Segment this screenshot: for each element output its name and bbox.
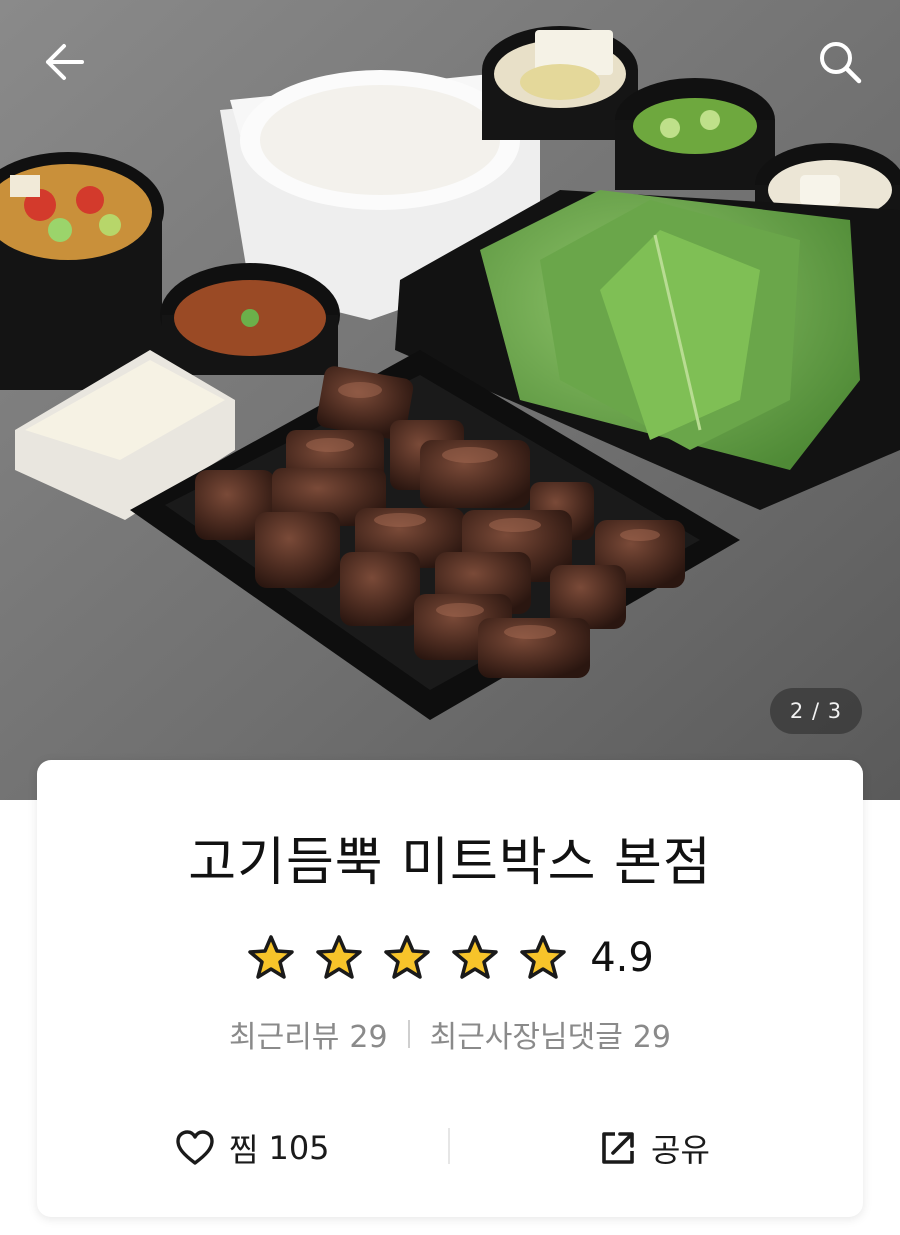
back-button[interactable]: [34, 32, 94, 92]
store-name: 고기듬뿍 미트박스 본점: [188, 833, 712, 893]
rating-stars: [246, 933, 568, 983]
owner-reply-link[interactable]: 최근사장님댓글 29: [430, 1012, 671, 1056]
star-icon: [248, 935, 294, 979]
rating-value: 4.9: [590, 935, 654, 981]
image-page-indicator: 2 / 3: [770, 688, 862, 734]
review-meta-row: 최근리뷰 29 최근사장님댓글 29: [37, 1012, 863, 1056]
like-button[interactable]: 찜 105: [175, 1118, 330, 1178]
star-icon: [316, 935, 362, 979]
star-icon: [384, 935, 430, 979]
search-button[interactable]: [810, 32, 870, 92]
action-row: 찜 105 공유: [37, 1118, 863, 1178]
star-icon: [520, 935, 566, 979]
like-count: 105: [268, 1129, 330, 1167]
share-icon: [599, 1129, 637, 1167]
star-icon: [452, 935, 498, 979]
owner-reply-label: 최근사장님댓글: [429, 1020, 623, 1055]
store-info-card: 고기듬뿍 미트박스 본점 4.9 최근리뷰 29 최근사장님댓글 29 찜 10…: [37, 760, 863, 1217]
like-label: 찜: [229, 1131, 259, 1169]
recent-review-link[interactable]: 최근리뷰 29: [229, 1012, 388, 1056]
action-divider: [448, 1128, 450, 1164]
hero-food-image[interactable]: 2 / 3: [0, 0, 900, 800]
recent-review-count: 29: [349, 1020, 388, 1055]
owner-reply-count: 29: [632, 1020, 671, 1055]
heart-outline-icon: [175, 1129, 215, 1167]
meta-divider: [407, 1020, 410, 1048]
arrow-left-icon: [46, 44, 84, 80]
food-photo: [0, 0, 900, 800]
recent-review-label: 최근리뷰: [229, 1020, 340, 1055]
search-icon: [820, 42, 862, 84]
rating-row: 4.9: [37, 928, 863, 988]
share-label: 공유: [651, 1131, 710, 1169]
share-button[interactable]: 공유: [599, 1118, 710, 1178]
